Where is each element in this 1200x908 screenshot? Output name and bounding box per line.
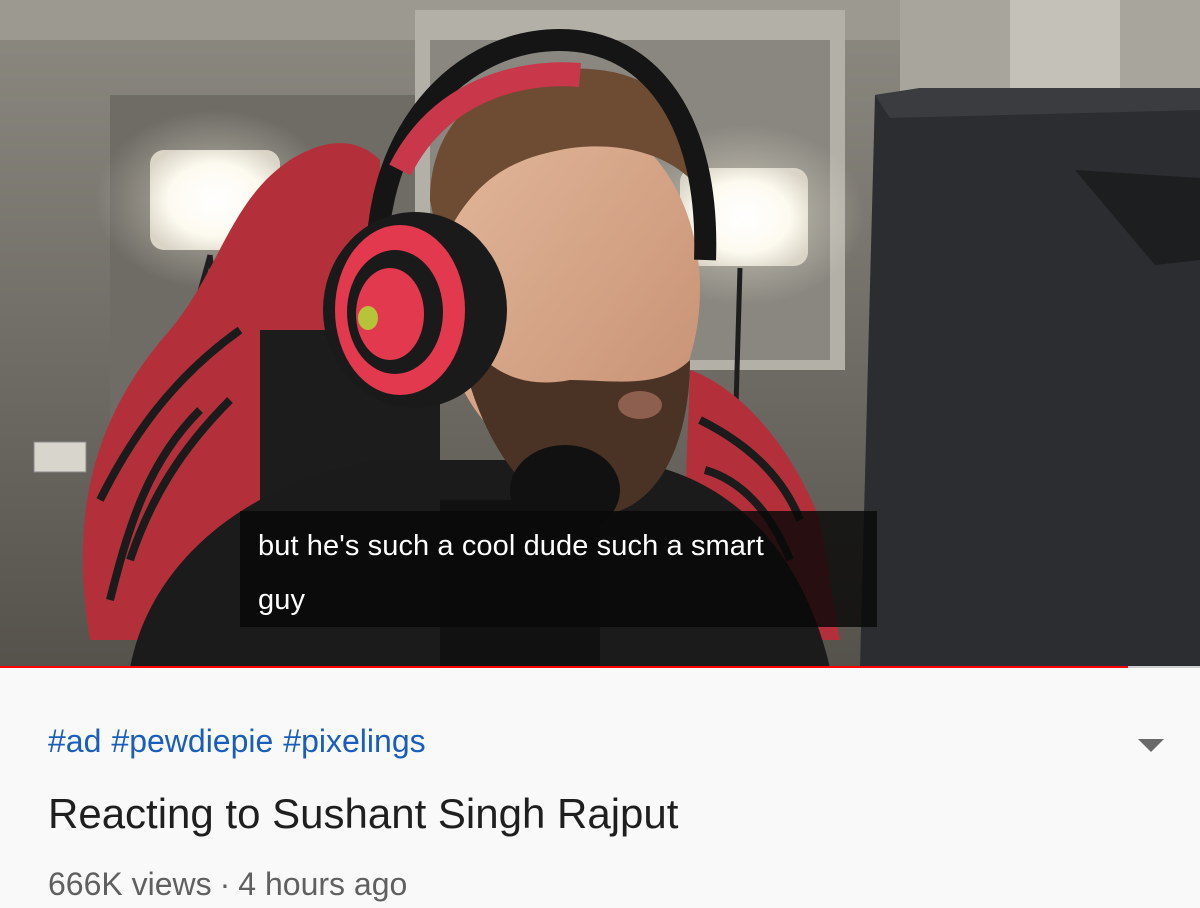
video-player[interactable]: but he's such a cool dude such a smart g… (0, 0, 1200, 668)
hashtag-link[interactable]: #ad (48, 723, 101, 759)
video-meta: 666K views · 4 hours ago (48, 866, 407, 903)
hashtag-link[interactable]: #pixelings (283, 723, 425, 759)
video-title[interactable]: Reacting to Sushant Singh Rajput (48, 790, 678, 838)
caption-line-1: but he's such a cool dude such a smart (258, 530, 764, 562)
video-details: #ad #pewdiepie #pixelings Reacting to Sush… (0, 673, 1200, 908)
hashtag-list: #ad #pewdiepie #pixelings (48, 723, 436, 760)
view-count: 666K views (48, 866, 212, 902)
chevron-down-icon[interactable] (1136, 737, 1166, 753)
hashtag-link[interactable]: #pewdiepie (111, 723, 273, 759)
upload-age: 4 hours ago (238, 866, 408, 902)
progress-fill (0, 666, 1128, 668)
caption-line-2: guy (258, 584, 306, 616)
meta-separator: · (219, 866, 231, 902)
captions: but he's such a cool dude such a smart g… (240, 511, 877, 627)
progress-bar[interactable] (0, 666, 1200, 668)
